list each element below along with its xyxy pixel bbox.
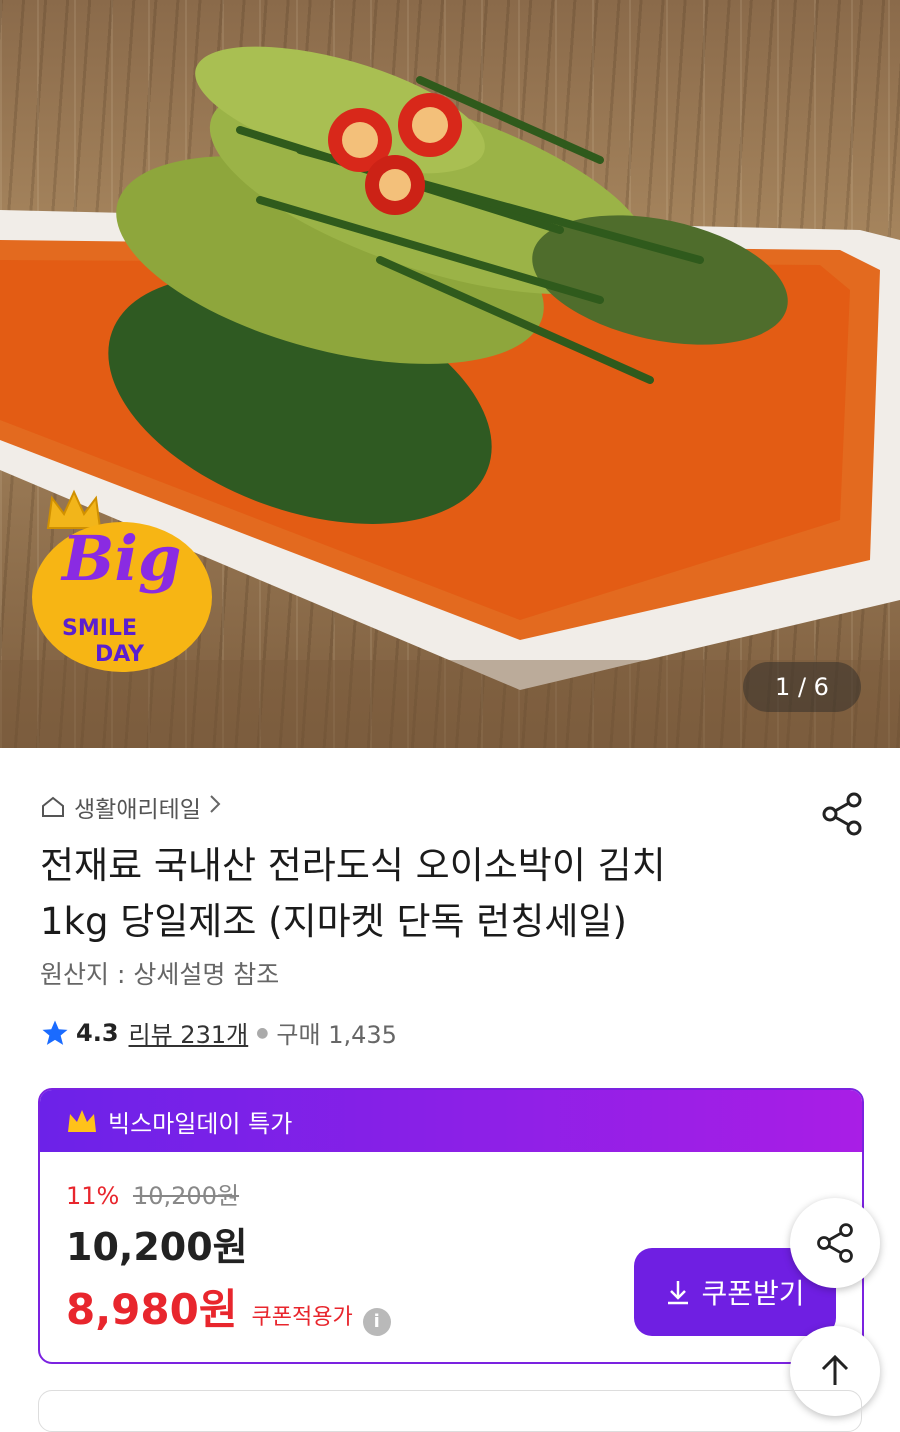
breadcrumb[interactable]: 생활애리테일 bbox=[40, 790, 221, 824]
badge-smile-text: SMILE bbox=[62, 616, 137, 641]
star-icon bbox=[42, 1020, 68, 1045]
deal-price-card: 빅스마일데이 특가 11% 10,200원 10,200원 8,980원 쿠폰적… bbox=[38, 1088, 864, 1364]
rating-row: 4.3 리뷰 231개 ● 구매 1,435 bbox=[40, 1015, 397, 1050]
purchase-count: 구매 1,435 bbox=[276, 1021, 397, 1049]
review-link[interactable]: 리뷰 231개 bbox=[129, 1015, 249, 1050]
breadcrumb-seller[interactable]: 생활애리테일 bbox=[74, 790, 201, 824]
discount-rate: 11% bbox=[66, 1182, 120, 1210]
product-title: 전재료 국내산 전라도식 오이소박이 김치 1kg 당일제조 (지마켓 단독 런… bbox=[40, 838, 800, 950]
share-icon bbox=[817, 1223, 853, 1263]
product-title-line1: 전재료 국내산 전라도식 오이소박이 김치 bbox=[40, 844, 666, 887]
badge-day-text: DAY bbox=[95, 642, 145, 667]
product-image-carousel[interactable]: Big SMILE DAY 1 / 6 bbox=[0, 0, 900, 748]
arrow-up-icon bbox=[821, 1354, 849, 1385]
rating-score: 4.3 bbox=[76, 1018, 119, 1047]
share-button[interactable] bbox=[818, 790, 866, 842]
crown-icon bbox=[66, 1108, 98, 1134]
next-section-card bbox=[38, 1390, 862, 1432]
coupon-price: 8,980원 bbox=[66, 1285, 238, 1334]
product-title-line2: 1kg 당일제조 (지마켓 단독 런칭세일) bbox=[40, 900, 627, 943]
separator-dot: ● bbox=[256, 1024, 269, 1041]
deal-header-label: 빅스마일데이 특가 bbox=[108, 1109, 293, 1138]
badge-big-text: Big bbox=[62, 522, 182, 595]
big-smile-day-badge: Big SMILE DAY bbox=[32, 489, 212, 672]
floating-share-button[interactable] bbox=[790, 1198, 880, 1288]
deal-header: 빅스마일데이 특가 bbox=[40, 1090, 862, 1152]
chevron-right-icon bbox=[209, 794, 221, 820]
image-pager: 1 / 6 bbox=[743, 662, 861, 712]
get-coupon-label: 쿠폰받기 bbox=[701, 1277, 805, 1310]
home-icon bbox=[40, 795, 66, 819]
coupon-price-row: 8,980원 쿠폰적용가 i bbox=[66, 1276, 391, 1337]
download-arrow-icon bbox=[668, 1281, 689, 1305]
share-icon bbox=[822, 792, 862, 836]
info-icon[interactable]: i bbox=[362, 1307, 391, 1336]
origin-info: 원산지 : 상세설명 참조 bbox=[40, 960, 280, 989]
sale-price: 10,200원 bbox=[66, 1225, 248, 1269]
original-price: 10,200원 bbox=[132, 1182, 240, 1210]
discount-row: 11% 10,200원 bbox=[66, 1176, 239, 1211]
coupon-price-label: 쿠폰적용가 bbox=[251, 1305, 353, 1330]
